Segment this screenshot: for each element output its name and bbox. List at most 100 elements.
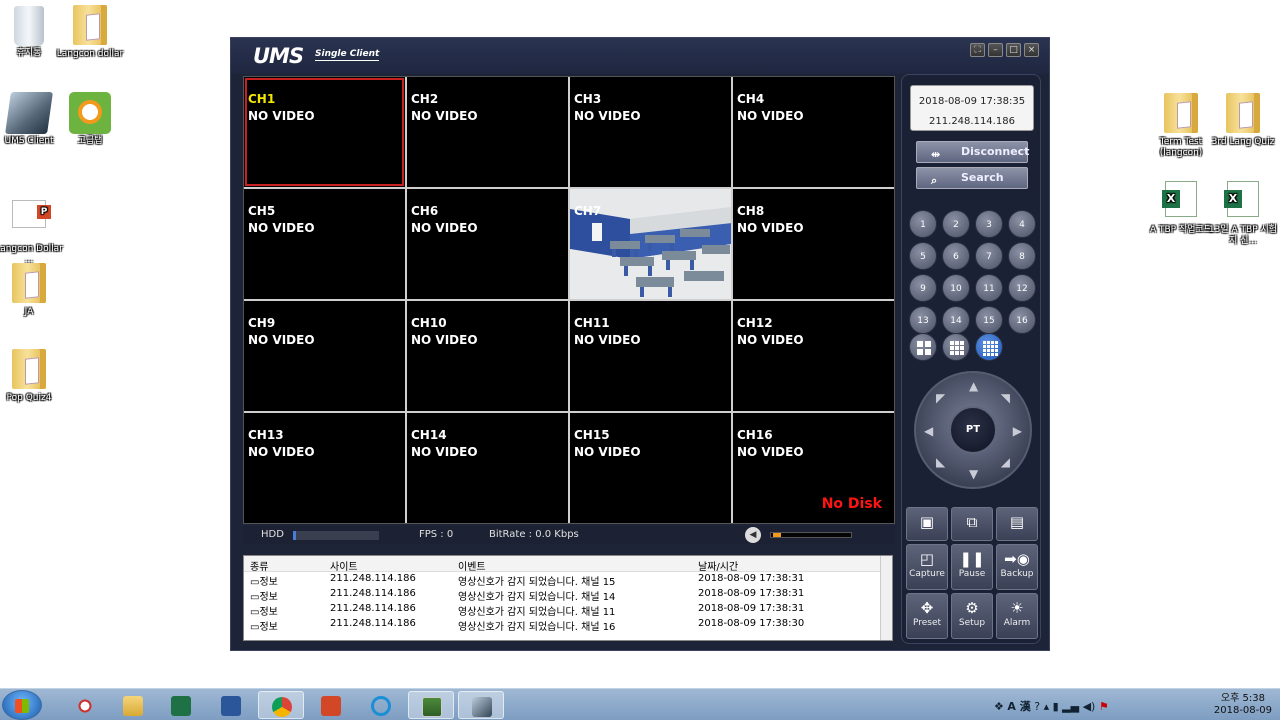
channel-cell-8[interactable]: CH8 NO VIDEO — [733, 189, 894, 299]
desktop-icon-a-tbp[interactable]: X A TBP 작업코드 — [1146, 178, 1216, 236]
channel-button-13[interactable]: 13 — [909, 306, 937, 334]
close-button[interactable]: × — [1024, 43, 1039, 57]
ptz-center-button[interactable]: PT — [949, 406, 997, 454]
split-9-button[interactable] — [942, 333, 970, 361]
display-mode-3-button[interactable]: ▤ — [996, 507, 1038, 541]
channel-button-16[interactable]: 16 — [1008, 306, 1036, 334]
table-row[interactable]: ▭정보 211.248.114.186 영상신호가 감지 되었습니다. 채널 15 2… — [244, 572, 892, 588]
column-header-site[interactable]: 사이트 — [330, 558, 358, 573]
desktop-icon-13-a-tbp[interactable]: X 13일 A TBP 시험지 신... — [1208, 178, 1278, 247]
desktop-icon-3rd-lang-quiz[interactable]: 3rd Lang Quiz — [1208, 92, 1278, 148]
pause-button[interactable]: ❚❚ Pause — [951, 544, 993, 590]
channel-button-1[interactable]: 1 — [909, 210, 937, 238]
channel-button-7[interactable]: 7 — [975, 242, 1003, 270]
volume-slider-thumb[interactable] — [773, 533, 781, 537]
log-scrollbar[interactable] — [880, 556, 892, 640]
channel-button-2[interactable]: 2 — [942, 210, 970, 238]
channel-cell-6[interactable]: CH6 NO VIDEO — [407, 189, 568, 299]
desktop-icon-langcon-dollar-ppt[interactable]: P Langcon Dollar ... — [0, 192, 64, 266]
disconnect-button[interactable]: ⇹ Disconnect — [916, 141, 1029, 163]
signal-icon[interactable]: ▂▄ — [1062, 700, 1079, 713]
backup-button[interactable]: ➡◉ Backup — [996, 544, 1038, 590]
split-16-button[interactable] — [975, 333, 1003, 361]
channel-cell-14[interactable]: CH14 NO VIDEO — [407, 413, 568, 523]
tray-expand-icon[interactable]: ▴ — [1044, 700, 1050, 713]
channel-button-9[interactable]: 9 — [909, 274, 937, 302]
ptz-upright-arrow-icon[interactable]: ◥ — [1001, 391, 1010, 405]
network-icon[interactable]: ▮ — [1053, 700, 1059, 713]
setup-button[interactable]: ⚙ Setup — [951, 593, 993, 639]
capture-button[interactable]: ◰ Capture — [906, 544, 948, 590]
table-row[interactable]: ▭정보 211.248.114.186 영상신호가 감지 되었습니다. 채널 11 2… — [244, 602, 892, 618]
channel-cell-7[interactable]: CH7 — [570, 189, 731, 299]
channel-cell-10[interactable]: CH10 NO VIDEO — [407, 301, 568, 411]
start-button[interactable] — [2, 690, 42, 720]
table-row[interactable]: ▭정보 211.248.114.186 영상신호가 감지 되었습니다. 채널 16 2… — [244, 617, 892, 633]
desktop-icon-pop-quiz4[interactable]: Pop Quiz4 — [0, 348, 64, 404]
ptz-right-arrow-icon[interactable]: ▶ — [1013, 424, 1022, 438]
table-row[interactable]: ▭정보 211.248.114.186 영상신호가 감지 되었습니다. 채널 14 2… — [244, 587, 892, 603]
volume-slider[interactable] — [770, 532, 852, 538]
taskbar-internet-explorer[interactable] — [358, 691, 404, 719]
action-center-icon[interactable]: ⚑ — [1099, 700, 1109, 713]
desktop-icon-ja[interactable]: JA — [0, 262, 64, 318]
speaker-icon[interactable]: ◀ — [745, 527, 761, 543]
clock[interactable]: 오후 5:38 2018-08-09 — [1214, 693, 1272, 717]
channel-cell-3[interactable]: CH3 NO VIDEO — [570, 77, 731, 187]
channel-cell-13[interactable]: CH13 NO VIDEO — [244, 413, 405, 523]
channel-cell-15[interactable]: CH15 NO VIDEO — [570, 413, 731, 523]
channel-button-14[interactable]: 14 — [942, 306, 970, 334]
desktop-icon-term-test[interactable]: Term Test (langcon) — [1146, 92, 1216, 159]
column-header-type[interactable]: 종류 — [250, 558, 268, 573]
ptz-downright-arrow-icon[interactable]: ◢ — [1001, 455, 1010, 469]
minimize-button[interactable]: – — [988, 43, 1003, 57]
alarm-button[interactable]: ☀ Alarm — [996, 593, 1038, 639]
taskbar-word[interactable] — [208, 691, 254, 719]
channel-cell-2[interactable]: CH2 NO VIDEO — [407, 77, 568, 187]
channel-button-12[interactable]: 12 — [1008, 274, 1036, 302]
ptz-upleft-arrow-icon[interactable]: ◤ — [936, 391, 945, 405]
taskbar-powerpoint[interactable] — [308, 691, 354, 719]
channel-cell-4[interactable]: CH4 NO VIDEO — [733, 77, 894, 187]
fullscreen-button[interactable]: ⛶ — [970, 43, 985, 57]
taskbar-file-explorer[interactable] — [110, 691, 156, 719]
channel-button-3[interactable]: 3 — [975, 210, 1003, 238]
taskbar-excel[interactable] — [158, 691, 204, 719]
tray-app-icon[interactable]: ❖ — [994, 700, 1004, 713]
desktop-icon-langcon-dollar[interactable]: Langcon dollar — [55, 4, 125, 60]
taskbar-chrome[interactable] — [258, 691, 304, 719]
ptz-left-arrow-icon[interactable]: ◀ — [924, 424, 933, 438]
ptz-down-arrow-icon[interactable]: ▼ — [969, 467, 978, 481]
channel-button-15[interactable]: 15 — [975, 306, 1003, 334]
channel-cell-12[interactable]: CH12 NO VIDEO — [733, 301, 894, 411]
taskbar-search-tool[interactable] — [62, 691, 108, 719]
channel-button-6[interactable]: 6 — [942, 242, 970, 270]
column-header-datetime[interactable]: 날짜/시간 — [698, 558, 738, 573]
search-button[interactable]: ⌕ Search — [916, 167, 1028, 189]
column-header-event[interactable]: 이벤트 — [458, 558, 486, 573]
title-bar[interactable]: UMS Single Client ⛶ – □ × — [231, 38, 1049, 74]
channel-cell-5[interactable]: CH5 NO VIDEO — [244, 189, 405, 299]
channel-button-4[interactable]: 4 — [1008, 210, 1036, 238]
channel-button-11[interactable]: 11 — [975, 274, 1003, 302]
volume-icon[interactable]: ◀) — [1083, 700, 1096, 713]
maximize-button[interactable]: □ — [1006, 43, 1021, 57]
taskbar-ums-client[interactable] — [458, 691, 504, 719]
ptz-downleft-arrow-icon[interactable]: ◣ — [936, 455, 945, 469]
ptz-up-arrow-icon[interactable]: ▲ — [969, 379, 978, 393]
channel-button-5[interactable]: 5 — [909, 242, 937, 270]
taskbar-ums-monitor[interactable] — [408, 691, 454, 719]
channel-cell-11[interactable]: CH11 NO VIDEO — [570, 301, 731, 411]
display-mode-2-button[interactable]: ⧉ — [951, 507, 993, 541]
desktop-icon-app[interactable]: 고급탭 — [55, 92, 125, 147]
channel-button-10[interactable]: 10 — [942, 274, 970, 302]
channel-cell-9[interactable]: CH9 NO VIDEO — [244, 301, 405, 411]
help-icon[interactable]: ? — [1034, 700, 1040, 713]
display-mode-1-button[interactable]: ▣ — [906, 507, 948, 541]
split-4-button[interactable] — [909, 333, 937, 361]
channel-cell-16[interactable]: CH16 NO VIDEO No Disk — [733, 413, 894, 523]
ptz-joystick[interactable]: ▲ ▼ ◀ ▶ ◤ ◥ ◣ ◢ PT — [914, 371, 1032, 489]
channel-button-8[interactable]: 8 — [1008, 242, 1036, 270]
ime-indicator[interactable]: A 漢 — [1007, 700, 1030, 713]
preset-button[interactable]: ✥ Preset — [906, 593, 948, 639]
